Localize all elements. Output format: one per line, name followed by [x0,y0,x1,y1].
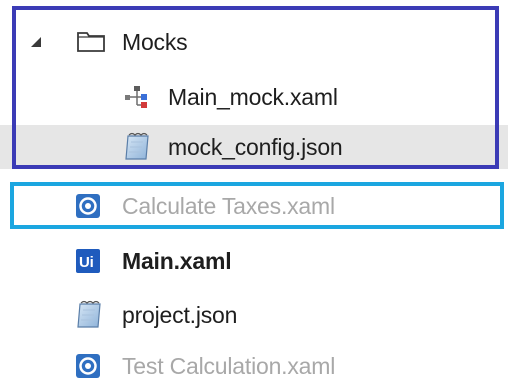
tree-item-project-json[interactable]: project.json [0,295,508,335]
tree-item-label: Main.xaml [122,248,232,274]
test-case-icon [76,194,100,218]
tree-item-test-calculation[interactable]: Test Calculation.xaml [0,346,508,386]
tree-item-main-xaml[interactable]: Ui Main.xaml [0,241,508,281]
folder-icon [77,32,105,52]
expand-triangle-icon[interactable] [31,37,41,47]
tree-item-label: Calculate Taxes.xaml [122,193,335,219]
uipath-ui-icon: Ui [76,249,100,273]
tree-folder-label: Mocks [122,29,188,55]
tree-item-label: Test Calculation.xaml [122,353,336,379]
test-case-icon [76,354,100,378]
tree-item-mock-config[interactable]: mock_config.json [0,127,508,167]
tree-item-calculate-taxes[interactable]: Calculate Taxes.xaml [0,186,508,226]
tree-item-label: Main_mock.xaml [168,84,338,110]
tree-item-main-mock[interactable]: Main_mock.xaml [0,77,508,117]
tree-folder-mocks[interactable]: Mocks [0,22,508,62]
tree-item-label: project.json [122,302,238,328]
svg-text:Ui: Ui [79,254,94,271]
tree-item-label: mock_config.json [168,134,343,160]
json-file-icon [77,300,101,328]
json-file-icon [125,132,149,160]
workflow-tree-icon [125,86,147,108]
